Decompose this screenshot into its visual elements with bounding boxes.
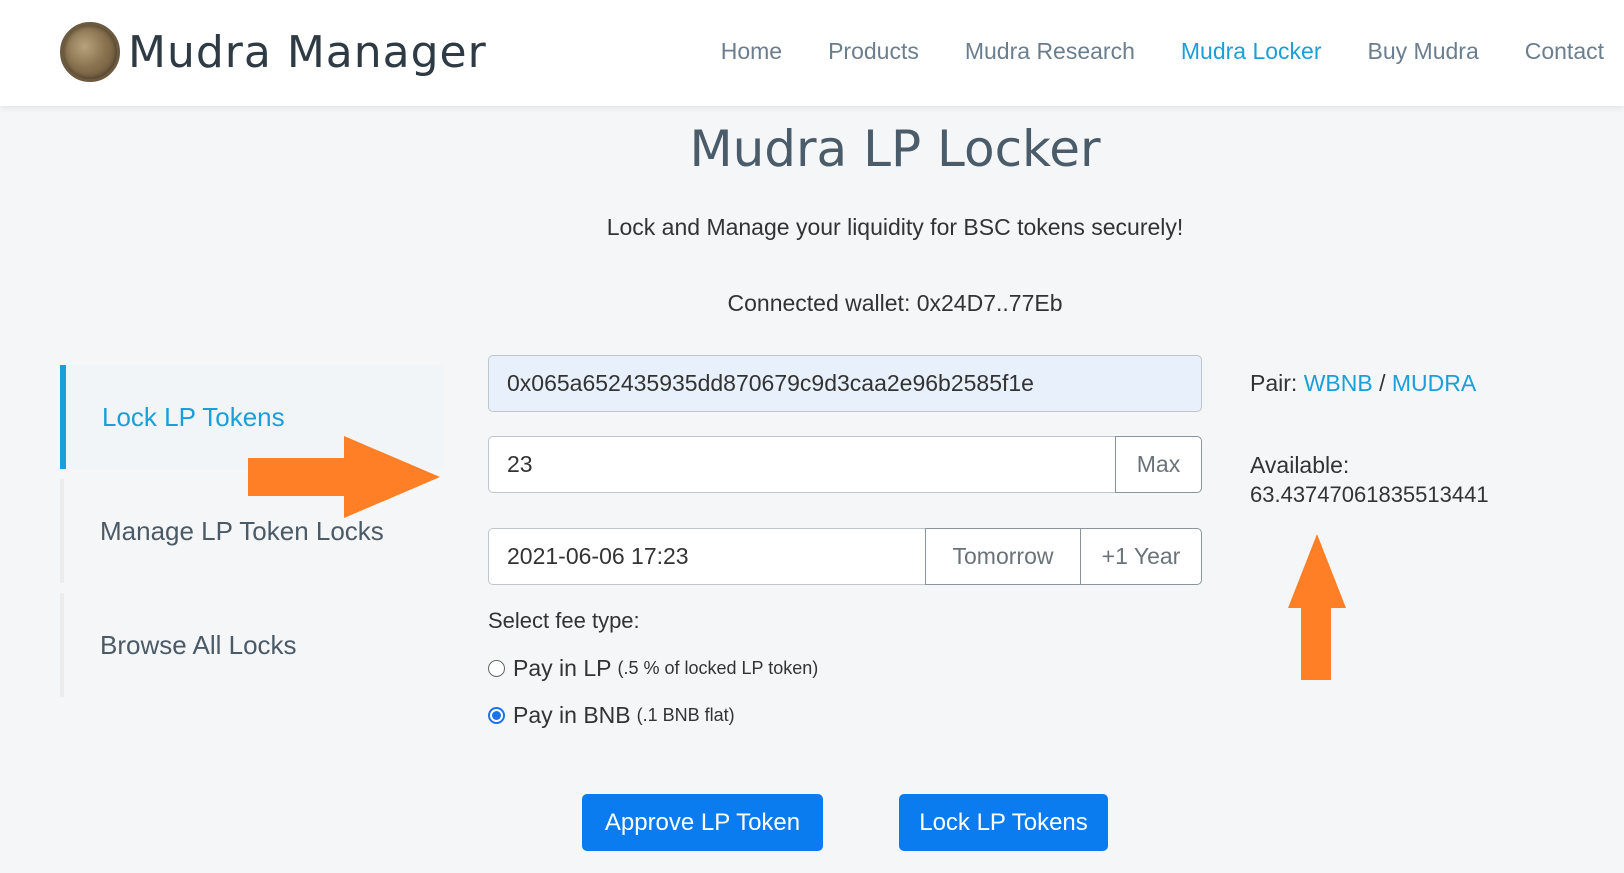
amount-input[interactable]: 23 [488, 436, 1116, 493]
fee-bnb-radio[interactable] [488, 707, 505, 724]
top-header: Mudra Manager Home Products Mudra Resear… [0, 0, 1624, 106]
nav-products[interactable]: Products [828, 38, 919, 65]
sidebar: Lock LP Tokens Manage LP Token Locks Bro… [60, 365, 444, 707]
approve-lp-token-button[interactable]: Approve LP Token [582, 794, 823, 851]
up-arrow-icon [1288, 534, 1346, 680]
nav-mudra-locker[interactable]: Mudra Locker [1181, 38, 1322, 65]
pair-info: Pair: WBNB / MUDRA [1250, 370, 1476, 397]
page-subtitle: Lock and Manage your liquidity for BSC t… [606, 214, 1184, 240]
nav-mudra-research[interactable]: Mudra Research [965, 38, 1135, 65]
coin-logo-icon [60, 22, 120, 82]
fee-lp-label: Pay in LP [513, 655, 612, 681]
plus-one-year-button[interactable]: +1 Year [1080, 528, 1202, 585]
fee-lp-note: (.5 % of locked LP token) [617, 658, 819, 678]
brand[interactable]: Mudra Manager [60, 22, 487, 82]
connected-wallet: Connected wallet: 0x24D7..77Eb [727, 290, 1063, 316]
available-label: Available: [1250, 452, 1350, 478]
pair-token-b-link[interactable]: MUDRA [1392, 370, 1476, 396]
lock-lp-tokens-button[interactable]: Lock LP Tokens [899, 794, 1108, 851]
main-nav: Home Products Mudra Research Mudra Locke… [675, 38, 1604, 65]
available-value: 63.43747061835513441 [1250, 482, 1489, 507]
right-arrow-icon [248, 436, 440, 518]
fee-lp-radio[interactable] [488, 660, 505, 677]
page-title: Mudra LP Locker [689, 120, 1101, 178]
nav-home[interactable]: Home [721, 38, 782, 65]
fee-bnb-label: Pay in BNB [513, 702, 631, 728]
sidebar-item-browse-locks[interactable]: Browse All Locks [60, 593, 444, 697]
unlock-date-input[interactable]: 2021-06-06 17:23 [488, 528, 926, 585]
pair-separator: / [1379, 370, 1386, 396]
fee-type-label: Select fee type: [488, 608, 640, 633]
pair-token-a-link[interactable]: WBNB [1304, 370, 1373, 396]
nav-contact[interactable]: Contact [1525, 38, 1604, 65]
fee-option-bnb[interactable]: Pay in BNB (.1 BNB flat) [488, 702, 735, 729]
fee-bnb-note: (.1 BNB flat) [636, 705, 735, 725]
brand-name: Mudra Manager [128, 26, 487, 78]
lp-address-input[interactable]: 0x065a652435935dd870679c9d3caa2e96b2585f… [488, 355, 1202, 412]
tomorrow-button[interactable]: Tomorrow [925, 528, 1081, 585]
pair-label: Pair: [1250, 370, 1298, 396]
max-button[interactable]: Max [1115, 436, 1202, 493]
nav-buy-mudra[interactable]: Buy Mudra [1368, 38, 1479, 65]
fee-option-lp[interactable]: Pay in LP (.5 % of locked LP token) [488, 655, 818, 682]
